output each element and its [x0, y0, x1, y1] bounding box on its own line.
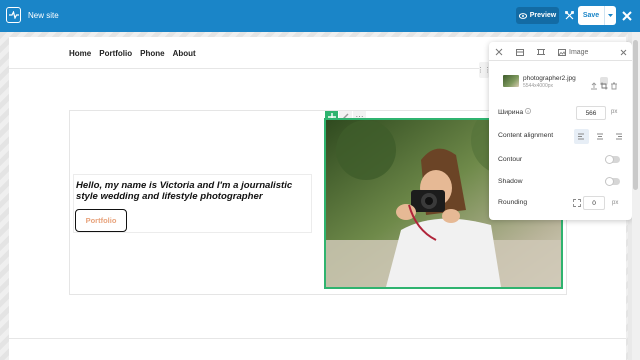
- image-icon: [558, 48, 566, 56]
- align-right-button[interactable]: [610, 129, 625, 144]
- tab-layout[interactable]: [516, 46, 524, 58]
- align-center-button[interactable]: [592, 129, 607, 144]
- image-thumbnail: [503, 75, 519, 87]
- crop-icon: [600, 82, 608, 90]
- site-settings-button[interactable]: [563, 8, 575, 22]
- tab-image[interactable]: Image: [558, 46, 588, 58]
- rounding-label: Rounding: [498, 199, 528, 206]
- shadow-toggle[interactable]: [605, 177, 620, 186]
- frame-icon: [537, 49, 545, 55]
- trash-icon: [611, 82, 617, 90]
- close-editor-button[interactable]: [621, 9, 633, 21]
- tab-frame[interactable]: [537, 46, 545, 58]
- drag-handle[interactable]: ⋮⋮: [477, 62, 491, 78]
- alignment-group: [574, 129, 625, 144]
- eye-icon: [518, 12, 527, 19]
- delete-button[interactable]: [610, 77, 618, 90]
- portfolio-button[interactable]: Portfolio: [75, 209, 127, 232]
- contour-label: Contour: [498, 156, 523, 163]
- file-size: 5544x4000px: [523, 83, 554, 89]
- logo-icon[interactable]: [6, 7, 21, 23]
- preview-button[interactable]: Preview: [516, 7, 559, 24]
- rounding-corners-button[interactable]: [571, 197, 583, 209]
- nav-item-portfolio[interactable]: Portfolio: [99, 49, 132, 58]
- rounding-input[interactable]: 0: [583, 196, 605, 210]
- width-label: Ширина: [498, 108, 531, 116]
- save-dropdown-button[interactable]: [604, 6, 616, 25]
- file-name: photographer2.jpg: [523, 75, 576, 82]
- align-center-icon: [596, 133, 603, 140]
- nav-item-about[interactable]: About: [173, 49, 196, 58]
- tab-tools[interactable]: [495, 46, 503, 58]
- nav-item-phone[interactable]: Phone: [140, 49, 164, 58]
- width-input[interactable]: 566: [576, 106, 606, 120]
- align-left-button[interactable]: [574, 129, 589, 144]
- panel-tabs: Image: [489, 42, 632, 61]
- layout-icon: [516, 48, 524, 56]
- contour-toggle[interactable]: [605, 155, 620, 164]
- preview-label: Preview: [529, 12, 557, 19]
- scrollbar-thumb[interactable]: [633, 40, 638, 190]
- corners-icon: [573, 199, 581, 207]
- align-left-icon: [577, 133, 584, 140]
- upload-button[interactable]: [590, 77, 598, 90]
- shadow-label: Shadow: [498, 178, 523, 185]
- align-right-icon: [615, 133, 622, 140]
- save-label: Save: [582, 12, 600, 19]
- info-icon: [525, 108, 531, 114]
- tools-icon: [564, 10, 574, 19]
- nav-item-home[interactable]: Home: [69, 49, 91, 58]
- close-icon: [620, 49, 627, 55]
- alignment-label: Content alignment: [498, 132, 554, 139]
- hero-headline[interactable]: Hello, my name is Victoria and I'm a jou…: [76, 180, 312, 202]
- tools-icon: [495, 48, 503, 56]
- save-button[interactable]: Save: [578, 6, 616, 25]
- width-label-text: Ширина: [498, 109, 524, 116]
- upload-icon: [591, 82, 597, 90]
- site-title: New site: [28, 11, 59, 20]
- rounding-unit: px: [612, 200, 619, 206]
- image-settings-panel: Image photographer2.jpg 5544x4000px Шири…: [489, 42, 632, 220]
- panel-close-button[interactable]: [620, 46, 627, 58]
- chevron-down-icon: [608, 14, 613, 17]
- width-unit: px: [611, 109, 618, 115]
- section-divider: [9, 338, 626, 339]
- site-nav: Home Portfolio Phone About: [69, 49, 196, 58]
- tab-image-label: Image: [569, 48, 589, 56]
- image-file: photographer2.jpg 5544x4000px: [497, 68, 622, 92]
- top-bar: New site Preview Save: [0, 0, 640, 32]
- close-icon: [622, 11, 632, 21]
- crop-button[interactable]: [600, 77, 608, 90]
